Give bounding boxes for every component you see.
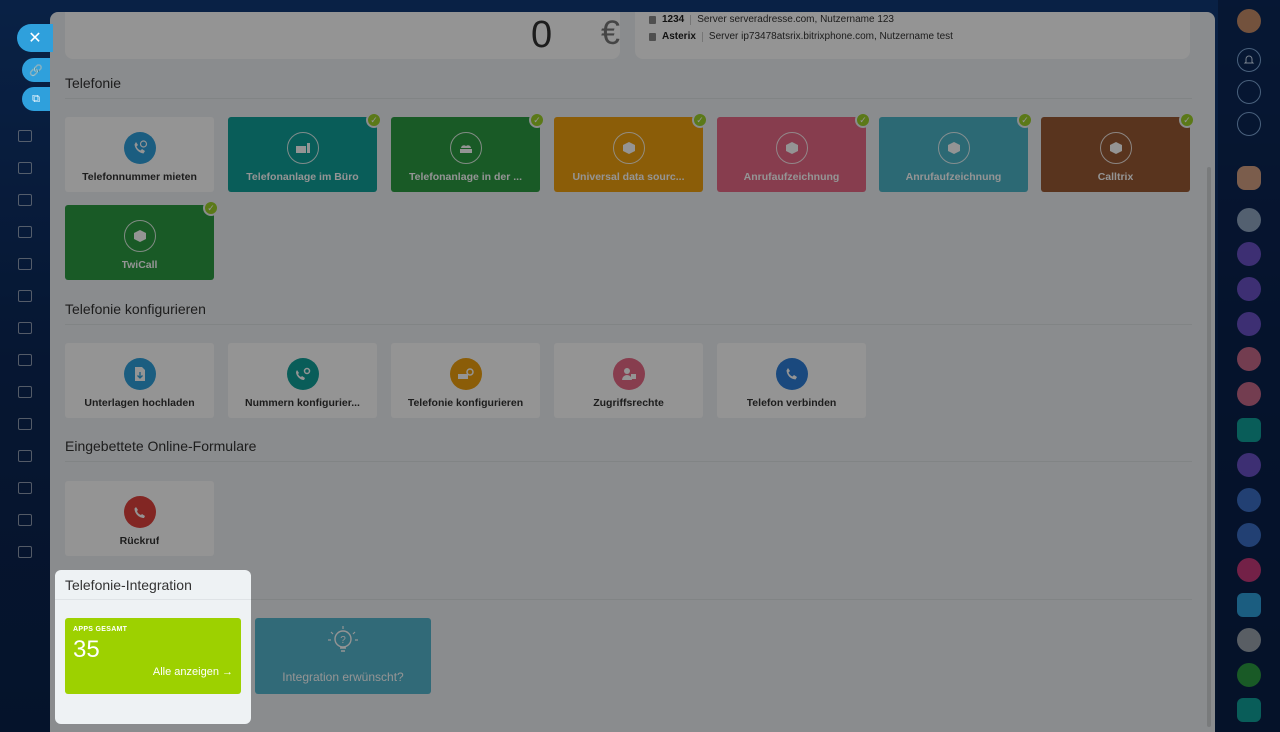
telephony-integration-highlight: Telefonie-Integration APPS GESAMT 35 All…	[55, 570, 251, 724]
apps-count: 35	[73, 636, 100, 663]
section-title-integration: Telefonie-Integration	[65, 577, 192, 593]
copy-link-button[interactable]: 🔗	[22, 58, 50, 82]
show-all-link[interactable]: Alle anzeigen →	[153, 666, 233, 678]
link-icon: 🔗	[29, 64, 43, 77]
apps-caption: APPS GESAMT	[73, 626, 128, 633]
open-new-window-button[interactable]: ⧉	[22, 87, 50, 111]
apps-total-tile[interactable]: APPS GESAMT 35 Alle anzeigen →	[65, 618, 241, 694]
close-icon: ✕	[28, 30, 42, 47]
close-slider-button[interactable]: ✕	[17, 24, 53, 52]
external-link-icon: ⧉	[32, 92, 40, 105]
